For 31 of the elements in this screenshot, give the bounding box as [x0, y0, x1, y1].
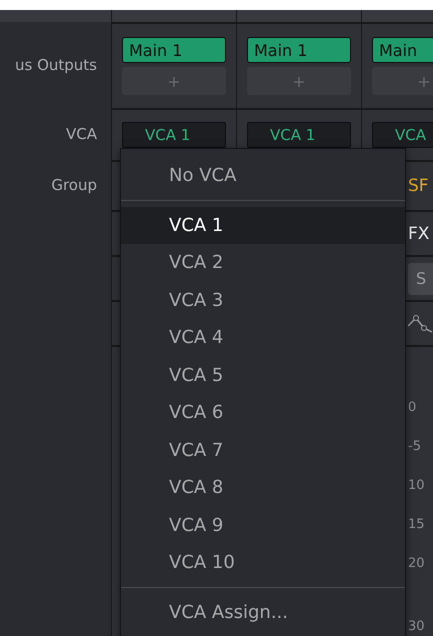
menu-item[interactable]: No VCA [121, 157, 405, 194]
curve-icon[interactable] [408, 314, 433, 334]
vca-button[interactable]: VCA 1 [122, 122, 226, 148]
menu-item[interactable]: VCA 8 [121, 469, 405, 506]
solo-button[interactable]: S [408, 262, 433, 294]
menu-item[interactable]: VCA 7 [121, 432, 405, 469]
meter-scale-label: -5 [408, 438, 421, 456]
row-label: VCA [66, 125, 97, 143]
vca-button[interactable]: VCA [372, 122, 433, 148]
menu-item[interactable]: VCA 1 [121, 206, 405, 244]
bus-output-button[interactable]: Main 1 [122, 37, 226, 63]
row-label: Group [51, 176, 97, 194]
fx-label[interactable]: FX [408, 224, 430, 244]
vca-button[interactable]: VCA 1 [247, 122, 351, 148]
meter-scale-label: 30 [408, 618, 425, 636]
meter-scale-label: 0 [408, 399, 416, 417]
meter-scale-label: 10 [408, 477, 425, 495]
menu-item[interactable]: VCA 4 [121, 319, 405, 356]
menu-item[interactable]: VCA 3 [121, 282, 405, 319]
menu-item[interactable]: VCA Assign... [121, 594, 405, 631]
meter-scale-label: 20 [408, 555, 425, 573]
bus-output-button[interactable]: Main [372, 37, 433, 63]
menu-item[interactable]: VCA 9 [121, 506, 405, 544]
menu-item[interactable]: VCA 10 [121, 544, 405, 582]
menu-item[interactable]: VCA 5 [121, 356, 405, 394]
row-label: us Outputs [14, 56, 97, 74]
bus-output-button[interactable]: Main 1 [247, 37, 351, 63]
menu-item[interactable]: VCA 2 [121, 244, 405, 282]
group-label[interactable]: SF [408, 176, 429, 196]
meter-scale-label: 15 [408, 516, 425, 534]
menu-item[interactable]: VCA 6 [121, 394, 405, 432]
